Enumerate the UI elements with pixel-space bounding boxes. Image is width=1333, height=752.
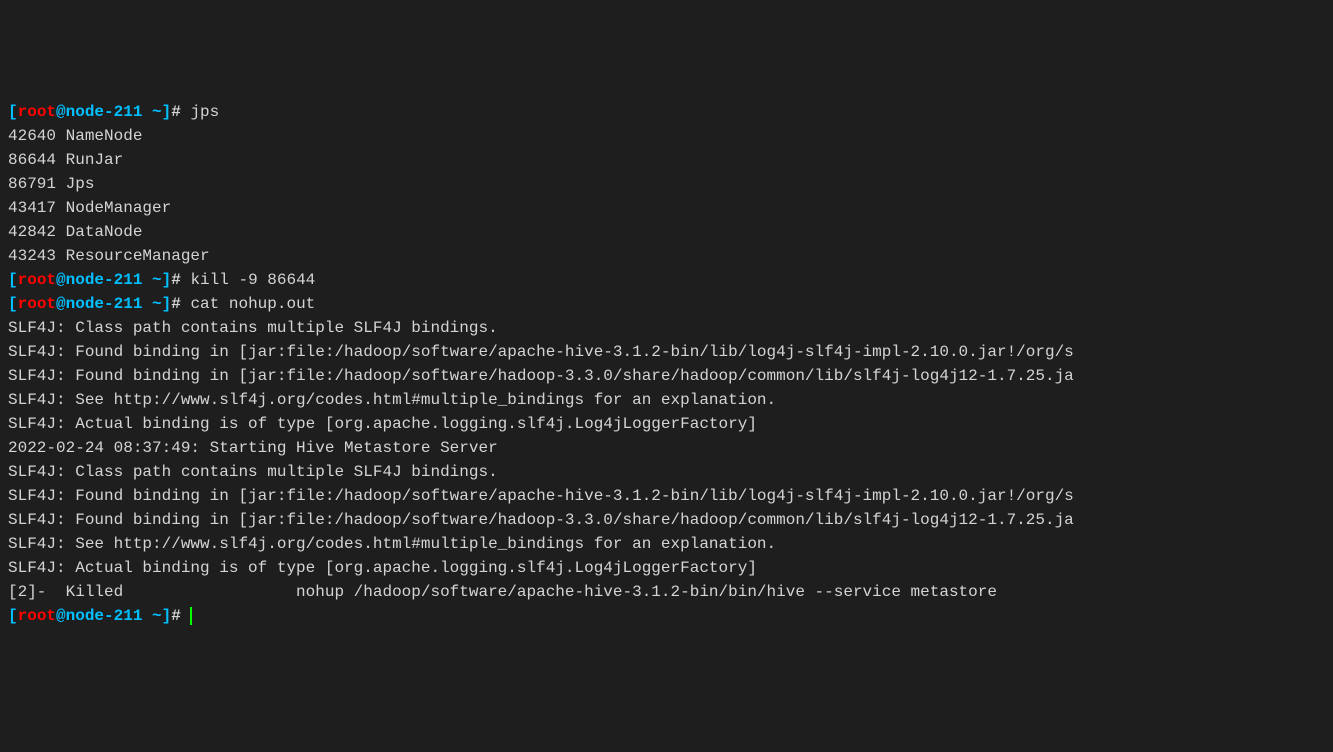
prompt-host: node-211 — [66, 607, 143, 625]
output-text: 43417 NodeManager — [8, 199, 171, 217]
output-line: 43417 NodeManager — [8, 196, 1325, 220]
command-line: [root@node-211 ~]# — [8, 604, 1325, 628]
prompt-hash: # — [171, 271, 190, 289]
shell-prompt: [root@node-211 ~]# — [8, 103, 190, 121]
prompt-hash: # — [171, 295, 190, 313]
output-text: SLF4J: Actual binding is of type [org.ap… — [8, 415, 757, 433]
shell-prompt: [root@node-211 ~]# — [8, 607, 190, 625]
output-line: 43243 ResourceManager — [8, 244, 1325, 268]
command-text: jps — [190, 103, 219, 121]
cursor-icon — [190, 607, 192, 625]
command-line: [root@node-211 ~]# cat nohup.out — [8, 292, 1325, 316]
output-line: 42640 NameNode — [8, 124, 1325, 148]
prompt-hash: # — [171, 607, 190, 625]
output-text: SLF4J: Actual binding is of type [org.ap… — [8, 559, 757, 577]
prompt-close-bracket: ] — [162, 271, 172, 289]
output-line: 86791 Jps — [8, 172, 1325, 196]
output-line: [2]- Killed nohup /hadoop/software/apach… — [8, 580, 1325, 604]
prompt-close-bracket: ] — [162, 295, 172, 313]
output-text: SLF4J: Found binding in [jar:file:/hadoo… — [8, 343, 1074, 361]
prompt-open-bracket: [ — [8, 271, 18, 289]
prompt-path: ~ — [142, 103, 161, 121]
output-text: [2]- Killed nohup /hadoop/software/apach… — [8, 583, 997, 601]
output-text: SLF4J: Class path contains multiple SLF4… — [8, 319, 498, 337]
command-line: [root@node-211 ~]# kill -9 86644 — [8, 268, 1325, 292]
shell-prompt: [root@node-211 ~]# — [8, 295, 190, 313]
output-line: SLF4J: Found binding in [jar:file:/hadoo… — [8, 364, 1325, 388]
output-text: SLF4J: Found binding in [jar:file:/hadoo… — [8, 367, 1074, 385]
prompt-hash: # — [171, 103, 190, 121]
command-text: kill -9 86644 — [190, 271, 315, 289]
command-line: [root@node-211 ~]# jps — [8, 100, 1325, 124]
prompt-close-bracket: ] — [162, 103, 172, 121]
prompt-open-bracket: [ — [8, 103, 18, 121]
prompt-host: node-211 — [66, 103, 143, 121]
output-text: SLF4J: See http://www.slf4j.org/codes.ht… — [8, 535, 776, 553]
output-line: 2022-02-24 08:37:49: Starting Hive Metas… — [8, 436, 1325, 460]
prompt-path: ~ — [142, 271, 161, 289]
output-text: SLF4J: See http://www.slf4j.org/codes.ht… — [8, 391, 776, 409]
prompt-at: @ — [56, 271, 66, 289]
output-line: 42842 DataNode — [8, 220, 1325, 244]
output-line: 86644 RunJar — [8, 148, 1325, 172]
output-text: 2022-02-24 08:37:49: Starting Hive Metas… — [8, 439, 498, 457]
output-text: 42842 DataNode — [8, 223, 142, 241]
output-text: 42640 NameNode — [8, 127, 142, 145]
prompt-host: node-211 — [66, 271, 143, 289]
prompt-path: ~ — [142, 607, 161, 625]
shell-prompt: [root@node-211 ~]# — [8, 271, 190, 289]
prompt-path: ~ — [142, 295, 161, 313]
prompt-host: node-211 — [66, 295, 143, 313]
prompt-user: root — [18, 295, 56, 313]
prompt-user: root — [18, 271, 56, 289]
output-line: SLF4J: Actual binding is of type [org.ap… — [8, 412, 1325, 436]
output-text: 43243 ResourceManager — [8, 247, 210, 265]
output-text: SLF4J: Found binding in [jar:file:/hadoo… — [8, 487, 1074, 505]
prompt-at: @ — [56, 295, 66, 313]
output-line: SLF4J: Actual binding is of type [org.ap… — [8, 556, 1325, 580]
output-text: 86644 RunJar — [8, 151, 123, 169]
command-text: cat nohup.out — [190, 295, 315, 313]
prompt-user: root — [18, 103, 56, 121]
output-line: SLF4J: Found binding in [jar:file:/hadoo… — [8, 484, 1325, 508]
output-line: SLF4J: See http://www.slf4j.org/codes.ht… — [8, 388, 1325, 412]
output-text: SLF4J: Found binding in [jar:file:/hadoo… — [8, 511, 1074, 529]
prompt-open-bracket: [ — [8, 295, 18, 313]
output-line: SLF4J: Class path contains multiple SLF4… — [8, 316, 1325, 340]
prompt-user: root — [18, 607, 56, 625]
prompt-close-bracket: ] — [162, 607, 172, 625]
output-text: 86791 Jps — [8, 175, 94, 193]
output-line: SLF4J: Found binding in [jar:file:/hadoo… — [8, 340, 1325, 364]
output-line: SLF4J: Found binding in [jar:file:/hadoo… — [8, 508, 1325, 532]
output-line: SLF4J: Class path contains multiple SLF4… — [8, 460, 1325, 484]
output-text: SLF4J: Class path contains multiple SLF4… — [8, 463, 498, 481]
output-line: SLF4J: See http://www.slf4j.org/codes.ht… — [8, 532, 1325, 556]
prompt-at: @ — [56, 607, 66, 625]
prompt-open-bracket: [ — [8, 607, 18, 625]
terminal-output[interactable]: [root@node-211 ~]# jps42640 NameNode8664… — [8, 100, 1325, 628]
prompt-at: @ — [56, 103, 66, 121]
